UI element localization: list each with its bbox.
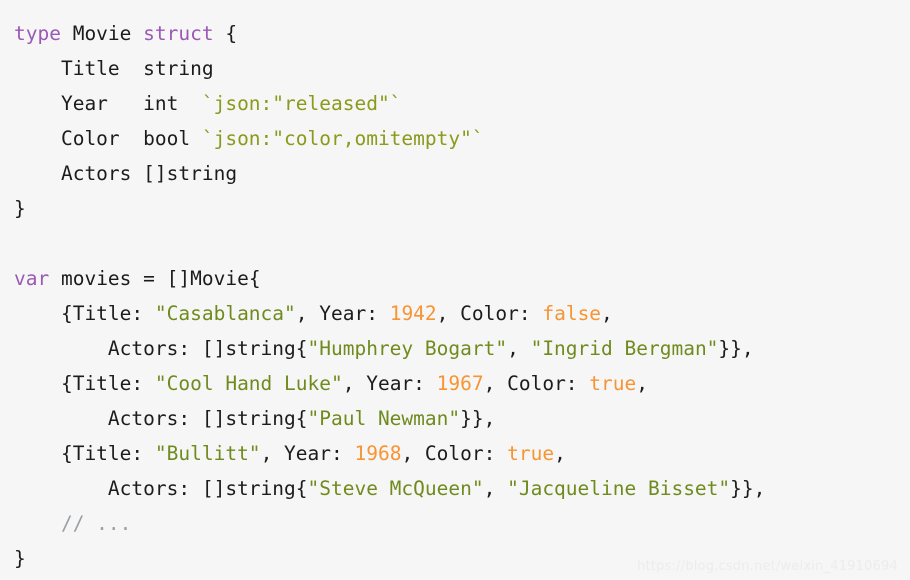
code-token-plain: {Title: (14, 372, 155, 395)
code-token-str: "Cool Hand Luke" (154, 372, 343, 395)
code-line: {Title: "Cool Hand Luke", Year: 1967, Co… (14, 366, 910, 401)
code-token-punct: }}, (460, 407, 496, 430)
code-line: {Title: "Casablanca", Year: 1942, Color:… (14, 296, 910, 331)
code-token-plain: Actors: []string{ (14, 477, 308, 500)
code-line: Color bool `json:"color,omitempty"` (14, 121, 910, 156)
code-token-num: 1968 (354, 442, 402, 465)
code-token-punct: { (213, 22, 238, 45)
code-token-tag: `json:"color,omitempty"` (201, 127, 484, 150)
code-token-tag: `json:"released"` (201, 92, 402, 115)
code-token-punct: , (554, 442, 566, 465)
code-lines-container: type Movie struct { Title string Year in… (14, 16, 910, 576)
code-token-plain: , Year: (260, 442, 355, 465)
code-token-comment: // ... (14, 512, 132, 535)
code-token-str: "Steve McQueen" (307, 477, 484, 500)
code-token-bool: true (507, 442, 555, 465)
code-token-plain: Actors: []string{ (14, 337, 308, 360)
code-token-plain: , (483, 477, 508, 500)
code-token-str: "Casablanca" (154, 302, 296, 325)
code-token-punct: , (601, 302, 613, 325)
code-block[interactable]: type Movie struct { Title string Year in… (0, 0, 910, 580)
watermark-text: https://blog.csdn.net/weixin_41910694 (637, 559, 898, 574)
code-token-plain: , (507, 337, 531, 360)
code-token-punct: } (14, 547, 26, 570)
code-token-plain: Movie (72, 22, 144, 45)
code-token-plain: {Title: (14, 442, 155, 465)
code-token-plain: {Title: (14, 302, 155, 325)
code-token-plain: Year int (14, 92, 202, 115)
code-token-plain: Actors: []string{ (14, 407, 308, 430)
code-token-str: "Humphrey Bogart" (307, 337, 508, 360)
code-token-bool: true (589, 372, 637, 395)
code-token-str: "Bullitt" (154, 442, 261, 465)
code-token-plain: , Color: (483, 372, 590, 395)
code-line: Actors: []string{"Humphrey Bogart", "Ing… (14, 331, 910, 366)
code-line: Actors: []string{"Steve McQueen", "Jacqu… (14, 471, 910, 506)
code-token-str: "Ingrid Bergman" (530, 337, 719, 360)
code-token-num: 1942 (389, 302, 437, 325)
code-line: Actors: []string{"Paul Newman"}}, (14, 401, 910, 436)
code-token-punct: } (14, 197, 26, 220)
code-line: Title string (14, 51, 910, 86)
code-token-plain: Actors []string (14, 162, 238, 185)
code-token-punct: }}, (718, 337, 754, 360)
code-token-num: 1967 (436, 372, 484, 395)
code-token-plain: , Year: (342, 372, 437, 395)
code-token-str: "Paul Newman" (307, 407, 461, 430)
code-token-punct: , (636, 372, 649, 395)
code-line: {Title: "Bullitt", Year: 1968, Color: tr… (14, 436, 910, 471)
code-token-plain: movies = []Movie{ (49, 267, 261, 290)
code-line: type Movie struct { (14, 16, 910, 51)
code-token-kw: struct (143, 22, 214, 45)
code-token-kw: type (14, 22, 73, 45)
code-line: Actors []string (14, 156, 910, 191)
code-line: // ... (14, 506, 910, 541)
code-token-plain: , Year: (295, 302, 390, 325)
code-token-str: "Jacqueline Bisset" (507, 477, 731, 500)
code-token-punct: }}, (730, 477, 766, 500)
code-token-plain: , Color: (401, 442, 508, 465)
code-token-bool: false (542, 302, 602, 325)
code-token-plain: , Color: (436, 302, 543, 325)
code-line: Year int `json:"released"` (14, 86, 910, 121)
code-token-kw: var (14, 267, 50, 290)
code-token-plain: Color bool (14, 127, 202, 150)
code-token-plain: Title string (14, 57, 214, 80)
code-line: } (14, 191, 910, 226)
code-line: var movies = []Movie{ (14, 261, 910, 296)
